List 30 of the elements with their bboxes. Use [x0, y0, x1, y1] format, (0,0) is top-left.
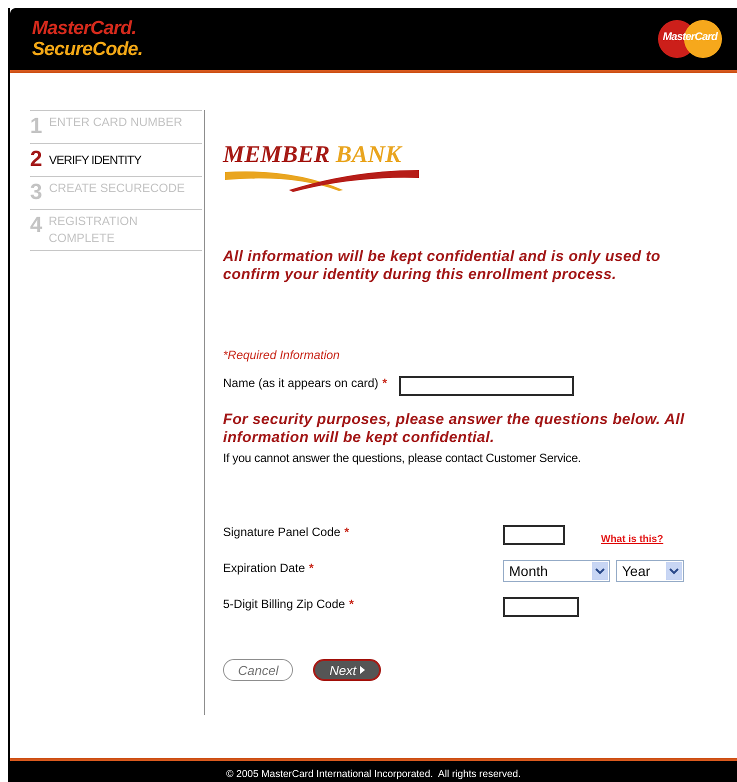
required-mark: * [309, 561, 314, 575]
copyright-text: © 2005 MasterCard International Incorporated. All rights reserved. [226, 769, 521, 782]
brand-title: MasterCard. [32, 18, 138, 39]
caret-icon [360, 666, 366, 674]
step-item: 3 CREATE SECURECODE [30, 177, 202, 210]
text-input[interactable] [503, 597, 579, 617]
required-note: *Required Information [223, 348, 341, 362]
chevron-icon [595, 568, 605, 574]
dropdown[interactable]: Month [503, 560, 610, 582]
name-input[interactable] [399, 376, 574, 396]
required-mark: * [382, 376, 388, 390]
required-mark: * [349, 597, 354, 611]
field-label: Signature Panel Code [223, 525, 340, 539]
security-notice: For security purposes, please answer the questions below. All information will be kept confidential. [223, 411, 686, 447]
field-label: Expiration Date [223, 561, 306, 575]
field-label: 5-Digit Billing Zip Code [223, 597, 346, 611]
step-item: 2 VERIFY IDENTITY [30, 144, 202, 177]
text-input[interactable] [503, 525, 565, 545]
required-mark: * [344, 525, 350, 539]
next-button[interactable]: Next [313, 659, 382, 681]
brand-subtitle: SecureCode. [32, 39, 143, 60]
dropdown[interactable]: Year [616, 560, 684, 582]
help-link[interactable]: What is this? [601, 526, 664, 544]
step-item: 1 ENTER CARD NUMBER [30, 111, 202, 144]
name-label: Name (as it appears on card) [223, 376, 378, 390]
bank-logo: MEMBER BANK [223, 142, 423, 194]
cancel-button[interactable]: Cancel [223, 659, 294, 681]
chevron-icon [669, 568, 679, 574]
confidentiality-notice: All information will be kept confidential and is only used to confirm your identity during this enrollment process. [223, 248, 662, 284]
contact-note: If you cannot answer the questions, please contact Customer Service. [223, 451, 582, 465]
